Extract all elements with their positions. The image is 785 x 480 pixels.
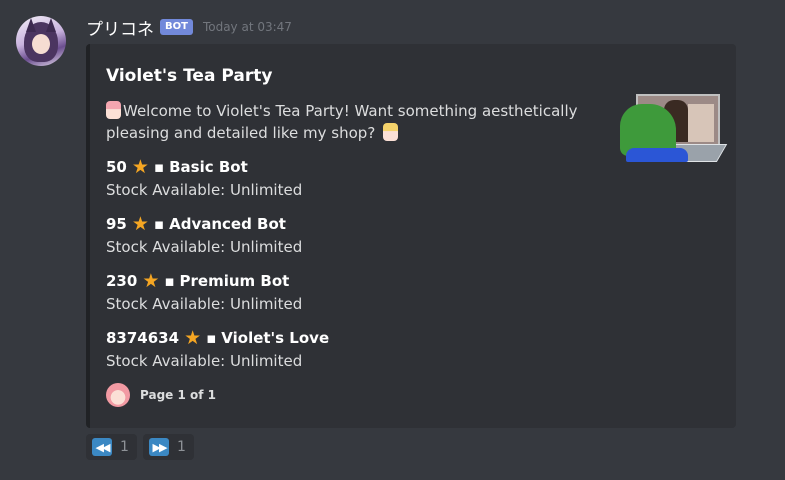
item-title: Violet's Love — [221, 329, 330, 347]
frog-shirt — [626, 148, 688, 162]
item-price: 8374634 — [106, 329, 180, 347]
blond-girl-emoji-icon — [383, 123, 399, 141]
bullet-icon: ▪ — [153, 158, 165, 176]
embed-description: Welcome to Violet's Tea Party! Want some… — [106, 100, 586, 144]
reaction-count: 1 — [120, 439, 129, 455]
message-header: プリコネ BOT Today at 03:47 — [86, 14, 292, 40]
item-price: 50 — [106, 158, 127, 176]
embed-thumbnail[interactable] — [620, 92, 728, 164]
rewind-icon: ◀◀ — [92, 438, 112, 456]
item-name: 95 ★ ▪ Advanced Bot — [106, 213, 302, 235]
timestamp: Today at 03:47 — [202, 20, 292, 34]
reaction-bar: ◀◀ 1 ▶▶ 1 — [86, 434, 194, 460]
bullet-icon: ▪ — [164, 272, 175, 290]
item-stock: Stock Available: Unlimited — [106, 238, 303, 256]
item-stock: Stock Available: Unlimited — [106, 181, 303, 199]
item-stock: Stock Available: Unlimited — [106, 295, 303, 313]
thumbnail-figure — [688, 104, 714, 142]
shop-embed: Violet's Tea Party Welcome to Violet's T… — [86, 44, 736, 428]
item-price: 230 — [106, 272, 138, 290]
star-icon: ★ — [131, 213, 149, 235]
username[interactable]: プリコネ — [86, 15, 154, 40]
item-price: 95 — [106, 215, 127, 233]
reaction-fast-forward[interactable]: ▶▶ 1 — [143, 434, 194, 460]
star-icon: ★ — [142, 270, 160, 292]
shop-item: 95 ★ ▪ Advanced Bot Stock Available: Unlimi… — [106, 213, 302, 259]
girl-emoji-icon — [106, 101, 121, 119]
item-name: 50 ★ ▪ Basic Bot — [106, 156, 302, 178]
star-icon: ★ — [184, 327, 202, 349]
bot-tag: BOT — [160, 19, 193, 35]
shop-item: 8374634 ★ ▪ Violet's Love Stock Available: … — [106, 327, 329, 373]
bullet-icon: ▪ — [206, 329, 217, 347]
avatar-face — [32, 34, 50, 54]
item-title: Premium Bot — [179, 272, 290, 290]
reaction-rewind[interactable]: ◀◀ 1 — [86, 434, 137, 460]
page-indicator: Page 1 of 1 — [140, 388, 216, 402]
item-name: 8374634 ★ ▪ Violet's Love — [106, 327, 329, 349]
item-title: Advanced Bot — [169, 215, 286, 233]
embed-footer: Page 1 of 1 — [106, 383, 216, 407]
fast-forward-icon: ▶▶ — [149, 438, 169, 456]
description-text: Welcome to Violet's Tea Party! Want some… — [106, 102, 578, 142]
bullet-icon: ▪ — [153, 215, 165, 233]
item-title: Basic Bot — [169, 158, 248, 176]
shop-item: 230 ★ ▪ Premium Bot Stock Available: Unlimi… — [106, 270, 302, 316]
footer-avatar-icon — [106, 383, 130, 407]
embed-title: Violet's Tea Party — [106, 66, 273, 86]
bot-avatar[interactable] — [16, 16, 66, 66]
item-stock: Stock Available: Unlimited — [106, 352, 303, 370]
shop-item: 50 ★ ▪ Basic Bot Stock Available: Unlimited — [106, 156, 302, 202]
item-name: 230 ★ ▪ Premium Bot — [106, 270, 302, 292]
reaction-count: 1 — [177, 439, 186, 455]
star-icon: ★ — [131, 156, 149, 178]
